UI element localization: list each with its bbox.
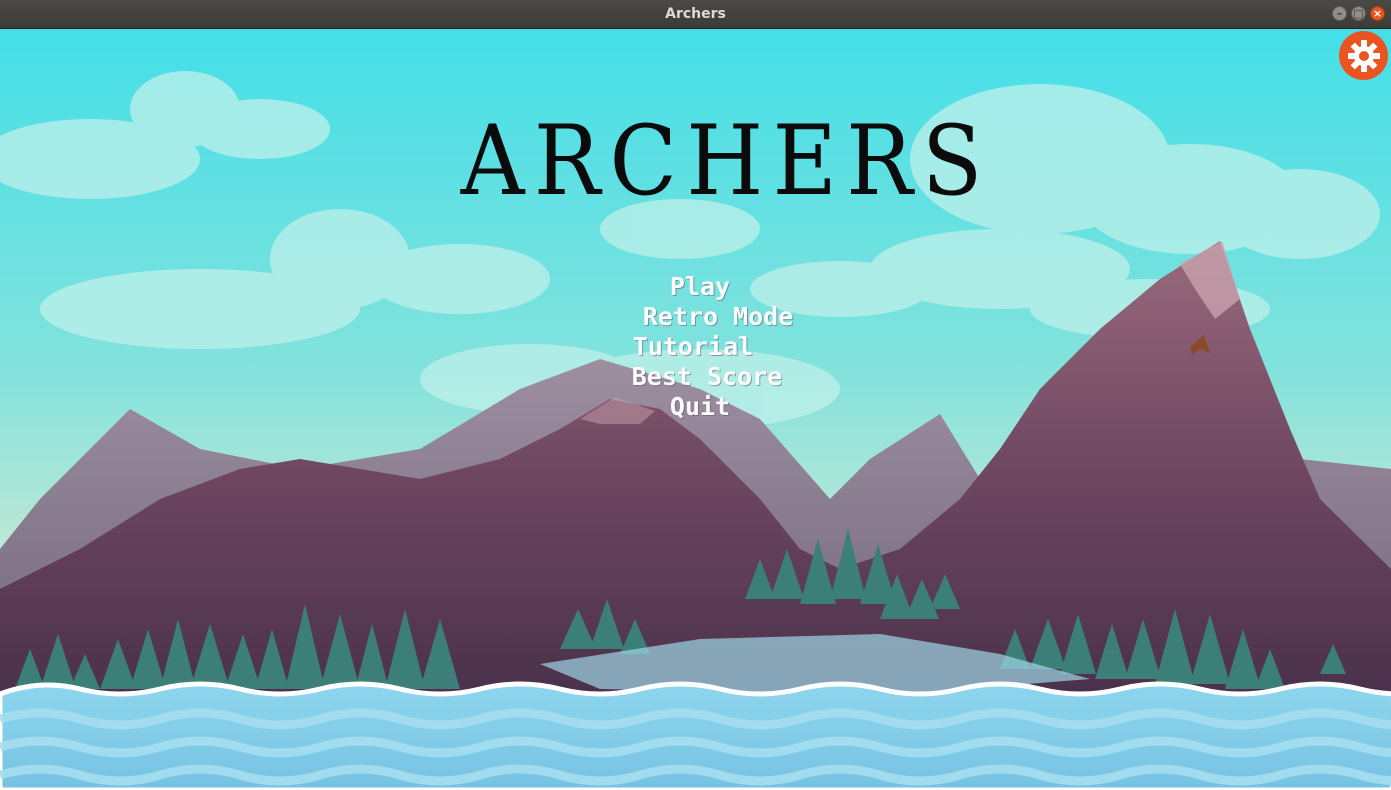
- window-titlebar[interactable]: Archers – □ ×: [0, 0, 1391, 29]
- minimize-button[interactable]: –: [1332, 6, 1347, 21]
- close-button[interactable]: ×: [1370, 6, 1385, 21]
- menu-play-button[interactable]: Play: [560, 272, 840, 302]
- maximize-button[interactable]: □: [1351, 6, 1366, 21]
- window-controls: – □ ×: [1332, 6, 1385, 21]
- water: [0, 681, 1391, 790]
- menu-best-score-button[interactable]: Best Score: [560, 362, 840, 392]
- menu-quit-button[interactable]: Quit: [560, 392, 840, 422]
- menu-retro-mode-button[interactable]: Retro Mode: [560, 302, 840, 332]
- game-canvas: ARCHERS Play Retro Mode Tutorial Best Sc…: [0, 29, 1391, 790]
- game-title: ARCHERS: [460, 105, 992, 217]
- minimize-icon: –: [1336, 7, 1343, 20]
- menu-tutorial-button[interactable]: Tutorial: [560, 332, 840, 362]
- close-icon: ×: [1372, 7, 1383, 20]
- window-title: Archers: [665, 6, 726, 22]
- main-menu: Play Retro Mode Tutorial Best Score Quit: [560, 272, 840, 422]
- settings-button[interactable]: [1339, 31, 1388, 80]
- maximize-icon: □: [1353, 7, 1364, 20]
- gear-icon: [1347, 39, 1380, 72]
